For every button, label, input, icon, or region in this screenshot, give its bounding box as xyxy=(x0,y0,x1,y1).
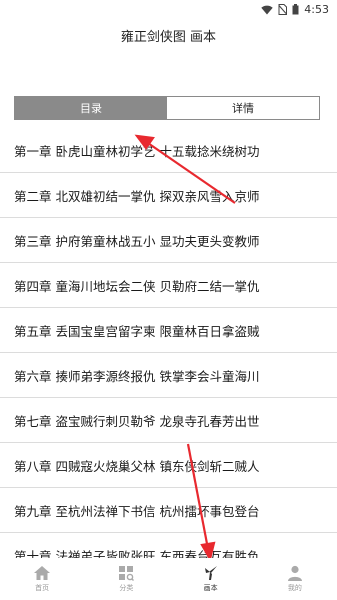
nav-label: 画本 xyxy=(203,584,218,592)
page-title: 雍正剑侠图 画本 xyxy=(120,30,217,45)
nav-label: 分类 xyxy=(119,584,134,592)
chapter-item[interactable]: 第六章 揍师弟李源终报仇 铁掌李会斗童海川 xyxy=(0,353,337,398)
chapter-item[interactable]: 第七章 盗宝贼行刺贝勒爷 龙泉寺孔春芳出世 xyxy=(0,398,337,443)
chapter-list: 第一章 卧虎山童林初学艺 十五载捻米绕树功 第二章 北双雄初结一掌仇 探双亲风雪… xyxy=(0,128,337,578)
wifi-icon xyxy=(261,5,273,14)
chapter-item[interactable]: 第五章 丢国宝皇宫留字柬 限童林百日拿盗贼 xyxy=(0,308,337,353)
chapter-item[interactable]: 第三章 护府第童林战五小 显功夫更头变教师 xyxy=(0,218,337,263)
tab-catalog[interactable]: 目录 xyxy=(15,97,167,119)
nav-label: 首页 xyxy=(35,584,50,592)
status-icons: 4:53 xyxy=(261,3,329,16)
segmented-tabs: 目录 详情 xyxy=(14,96,320,120)
chapter-item[interactable]: 第四章 童海川地坛会二侠 贝勒府二结一掌仇 xyxy=(0,263,337,308)
category-icon xyxy=(119,566,135,581)
nav-label: 我的 xyxy=(287,584,302,592)
nav-category[interactable]: 分类 xyxy=(84,558,168,600)
status-time: 4:53 xyxy=(304,3,329,16)
nav-home[interactable]: 首页 xyxy=(0,558,84,600)
brush-icon xyxy=(204,566,217,580)
no-sim-icon xyxy=(278,4,288,15)
battery-icon xyxy=(292,4,299,15)
chapter-item[interactable]: 第八章 四贼寇火烧巢父林 镇东侠剑斩二贼人 xyxy=(0,443,337,488)
tab-details[interactable]: 详情 xyxy=(167,97,319,119)
chapter-item[interactable]: 第二章 北双雄初结一掌仇 探双亲风雪入京师 xyxy=(0,173,337,218)
bottom-nav: 首页 分类 画本 我的 xyxy=(0,558,337,600)
chapter-item[interactable]: 第九章 至杭州法禅下书信 杭州擂坏事包登台 xyxy=(0,488,337,533)
chapter-item[interactable]: 第一章 卧虎山童林初学艺 十五载捻米绕树功 xyxy=(0,128,337,173)
nav-profile[interactable]: 我的 xyxy=(253,558,337,600)
home-icon xyxy=(34,566,51,580)
profile-icon xyxy=(287,565,302,581)
nav-picturebook[interactable]: 画本 xyxy=(169,558,253,600)
status-bar: 4:53 xyxy=(0,0,337,20)
